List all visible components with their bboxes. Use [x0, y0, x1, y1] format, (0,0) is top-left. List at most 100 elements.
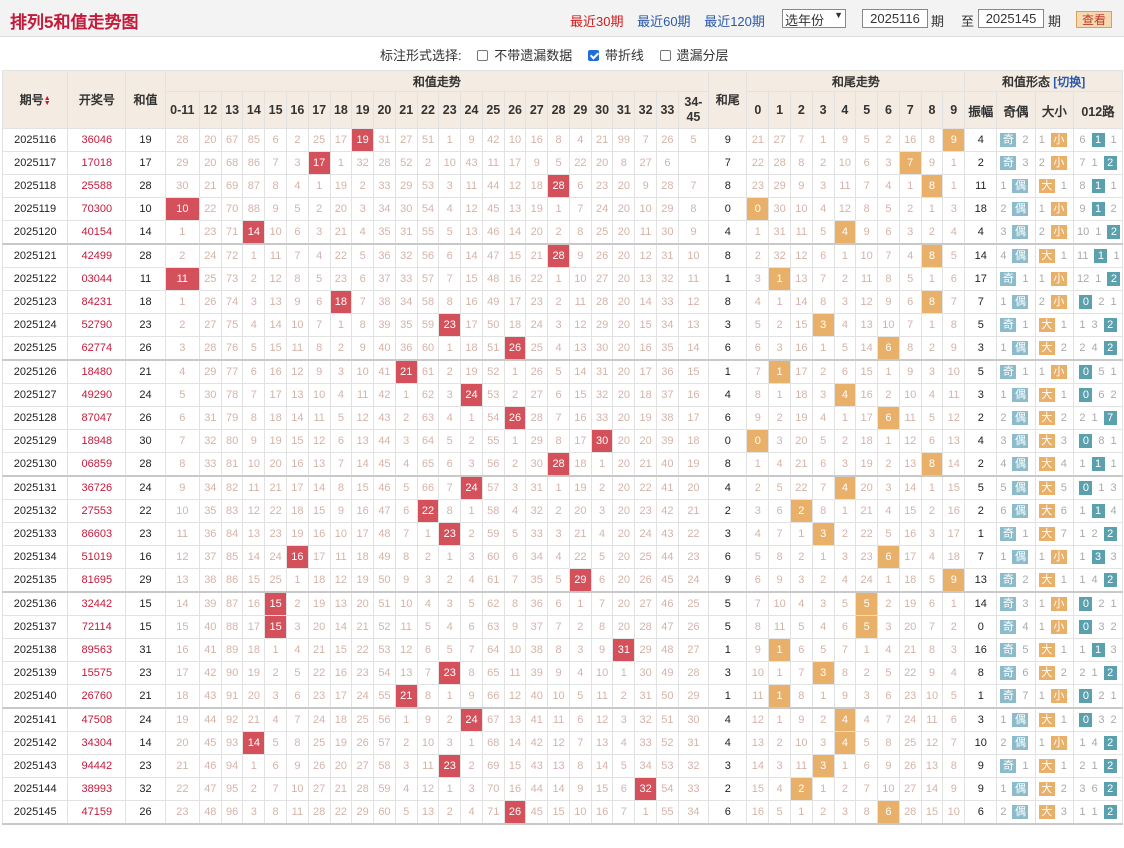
sum-miss-cell: 4	[264, 707, 287, 732]
sum-miss-cell: 88	[242, 197, 266, 221]
sum-miss-cell: 3	[242, 800, 266, 825]
period-30-link[interactable]: 最近30期	[570, 14, 623, 29]
sum-miss-cell: 61	[481, 568, 505, 593]
tail-miss-cell: 2	[920, 499, 944, 523]
tail-miss-cell: 3	[768, 754, 791, 778]
sum-miss-cell: 8	[164, 452, 200, 477]
sum-miss-cell: 20	[612, 452, 636, 477]
sum-miss-cell: 21	[242, 707, 266, 732]
sum-miss-cell: 10	[394, 591, 418, 616]
issue-header[interactable]: 期号▲▼	[1, 70, 69, 129]
sum-miss-cell: 5	[438, 638, 462, 662]
table-row: 2025123 84231 18 1 26 74 3 13 9 6 18 7 38 34 58 8 16 49 17…	[1, 290, 1123, 314]
range-to-input[interactable]: 2025145	[978, 9, 1044, 28]
year-select[interactable]: 选年份 ▼	[782, 9, 846, 28]
tail-miss-cell: 23	[855, 545, 879, 569]
checkbox-icon[interactable]	[659, 50, 671, 61]
form-switch-link[interactable]: [切换]	[1053, 75, 1085, 89]
option-polyline[interactable]: 带折线	[587, 48, 644, 63]
sum-hit-cell: 24	[460, 475, 483, 500]
draw-number-cell: 42499	[67, 243, 127, 268]
tail-miss-cell: 15	[920, 800, 944, 825]
sum-miss-cell: 15	[634, 313, 658, 337]
sum-miss-cell: 7	[438, 267, 462, 291]
sum-miss-cell: 6	[329, 429, 353, 453]
sum-miss-cell: 46	[198, 754, 222, 778]
sum-miss-cell: 46	[373, 475, 396, 500]
draw-number-cell: 15575	[67, 661, 127, 685]
sum-col-header: 31	[612, 91, 636, 129]
sum-miss-cell: 8	[677, 197, 710, 221]
sum-col-header: 33	[656, 91, 679, 129]
sum-miss-cell: 3	[438, 383, 462, 407]
sum-value-cell: 30	[125, 429, 166, 453]
sum-hit-cell: 24	[460, 707, 483, 732]
sum-miss-cell: 4	[394, 452, 418, 477]
period-120-link[interactable]: 最近120期	[704, 14, 765, 29]
sum-miss-cell: 6	[164, 406, 200, 430]
tail-miss-cell: 3	[811, 731, 835, 755]
sum-miss-cell: 24	[590, 197, 614, 221]
tail-miss-cell: 4	[833, 313, 857, 337]
sum-miss-cell: 7	[164, 429, 200, 453]
sum-miss-cell: 12	[416, 777, 440, 801]
sum-miss-cell: 32	[525, 499, 549, 523]
sum-miss-cell: 21	[634, 452, 658, 477]
checkbox-icon[interactable]	[477, 50, 489, 61]
sum-miss-cell: 19	[307, 591, 331, 616]
tail-value-cell: 4	[708, 707, 748, 732]
sum-miss-cell: 11	[416, 754, 440, 778]
tail-value-cell: 4	[708, 731, 748, 755]
sum-miss-cell: 2	[416, 151, 440, 175]
sum-miss-cell: 22	[164, 777, 200, 801]
issue-cell: 2025118	[1, 174, 69, 198]
sum-value-cell: 18	[125, 290, 166, 314]
sum-miss-cell: 24	[677, 568, 710, 593]
sum-miss-cell: 2	[286, 128, 309, 152]
sum-miss-cell: 85	[220, 545, 244, 569]
draw-number-cell: 27553	[67, 499, 127, 523]
form-cell: 大121	[1034, 707, 1075, 732]
sum-miss-cell: 9	[568, 777, 592, 801]
sum-col-header: 0-11	[164, 91, 200, 129]
sum-miss-cell: 14	[307, 475, 331, 500]
table-row: 2025129 18948 30 7 32 80 9 19 15 12 6 13 44 3 64 5 2 55 1 2…	[1, 429, 1123, 453]
sum-miss-cell: 1	[438, 336, 462, 361]
tail-miss-cell: 9	[942, 336, 966, 361]
draw-number-cell: 72114	[67, 615, 127, 639]
sum-miss-cell: 7	[286, 243, 309, 268]
form-cell: 大25	[1034, 336, 1075, 361]
sum-miss-cell: 32	[394, 243, 418, 268]
sum-miss-cell: 27	[394, 128, 418, 152]
sum-miss-cell: 8	[438, 290, 462, 314]
tail-miss-cell: 13	[855, 313, 879, 337]
range-from-input[interactable]: 2025116	[862, 9, 928, 28]
sum-miss-cell: 5	[503, 522, 527, 546]
tail-miss-cell: 1	[942, 151, 966, 175]
tail-miss-cell: 9	[746, 406, 770, 430]
sum-miss-cell: 18	[460, 336, 483, 361]
option-layered[interactable]: 遗漏分层	[659, 48, 729, 63]
sum-miss-cell: 18	[242, 638, 266, 662]
tail-miss-cell: 6	[833, 615, 857, 639]
sort-icon[interactable]: ▲▼	[44, 95, 51, 107]
sum-miss-cell: 15	[307, 499, 331, 523]
sum-miss-cell: 27	[634, 591, 658, 616]
tail-value-cell: 4	[708, 383, 748, 407]
sum-col-header: 29	[568, 91, 592, 129]
sum-miss-cell: 12	[460, 197, 483, 221]
tail-miss-cell: 22	[855, 522, 879, 546]
tail-value-cell: 3	[708, 661, 748, 685]
tail-miss-cell: 29	[768, 174, 791, 198]
checkbox-checked-icon[interactable]	[587, 50, 599, 61]
option-no-missing[interactable]: 不带遗漏数据	[477, 48, 572, 63]
sum-miss-cell: 36	[198, 522, 222, 546]
sum-miss-cell: 4	[568, 128, 592, 152]
tail-miss-cell: 4	[833, 568, 857, 593]
form-cell: 712	[1073, 151, 1123, 175]
view-button[interactable]: 查看	[1076, 11, 1112, 28]
period-60-link[interactable]: 最近60期	[637, 14, 690, 29]
form-cell: 1小22	[1034, 731, 1075, 755]
sum-miss-cell: 11	[460, 174, 483, 198]
sum-miss-cell: 17	[286, 475, 309, 500]
